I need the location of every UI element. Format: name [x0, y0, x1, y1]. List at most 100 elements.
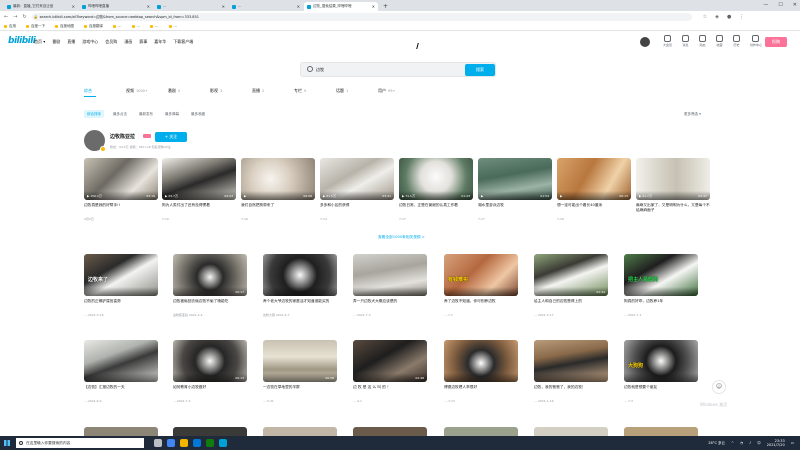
bookmark-item[interactable]: … [131, 24, 140, 28]
video-card[interactable]: ▶ 01:54 湖水里游泳边牧 7-17 [478, 158, 552, 221]
filter-most-clicks[interactable]: 最多点击 [110, 110, 130, 118]
bilibili-logo[interactable]: bilibili [8, 36, 36, 46]
start-button[interactable] [0, 436, 14, 450]
chrome-icon[interactable] [167, 439, 175, 447]
filter-most-favorites[interactable]: 最多收藏 [188, 110, 208, 118]
nav-creator-center[interactable]: 创作中心 [750, 35, 762, 47]
video-thumbnail[interactable]: ▶ 61.5万 03:41 [320, 158, 394, 200]
video-card[interactable]: ▶ 61.5万 03:41 多多和小区的获得 7-14 [320, 158, 394, 221]
video-thumbnail[interactable]: ▶ 71.1万 01:43 [399, 158, 473, 200]
nav-vip[interactable]: 大会员 [663, 35, 672, 47]
video-title[interactable]: 养个老大爷边牧的家庭活才知道谁能买的 [263, 299, 337, 309]
video-title[interactable]: 想一定可能出个看长40厘米 [557, 203, 631, 213]
video-title[interactable]: 给主人和自己的边牧是得上的 [534, 299, 608, 309]
video-card[interactable]: 弄一只边牧犬大概应该是的 …·2021-7-3 [353, 254, 427, 317]
nav-carnival[interactable]: 嘉年华 [154, 39, 166, 45]
taskbar-search-input[interactable]: 在这里输入你要搜索的内容 [16, 438, 144, 448]
video-thumbnail[interactable] [84, 427, 158, 436]
video-title[interactable]: 狗为人类付出了还有没得惯着 [162, 203, 236, 213]
tab-user[interactable]: 用户 99+ [378, 88, 420, 94]
video-title[interactable]: 麻麻又出家了，又是明明为什么，又是每个不给麻麻面子 [636, 203, 710, 213]
video-title[interactable]: 边 牧 是 这 么 叫 的 ！ [353, 385, 427, 395]
up-name[interactable]: 边牧陈亚拉 [110, 133, 135, 140]
bilibili-app-icon[interactable] [219, 439, 227, 447]
volume-icon[interactable]: ♪ [749, 441, 751, 445]
extension-icon[interactable]: ◈ [715, 14, 719, 20]
video-title[interactable]: 边牧的正确铲屎官姿势 [84, 299, 158, 309]
video-card[interactable]: 把主人是帮狗 狗真的好乖，边牧养1年 …·2021-7-1 [624, 254, 698, 317]
profile-icon[interactable]: ● [727, 14, 731, 20]
video-title[interactable]: 【边牧】汇报边牧的一天 [84, 385, 158, 395]
video-card[interactable]: 02:48 边 牧 是 这 么 叫 的 ！ …·4-1 [353, 340, 427, 403]
customer-service-icon[interactable]: ☺ [712, 380, 726, 394]
nav-mall[interactable]: 会员购 [105, 39, 117, 45]
filter-default[interactable]: 综合排序 [84, 110, 104, 118]
nav-anime[interactable]: 番剧 [52, 39, 60, 45]
folder-icon[interactable] [180, 439, 188, 447]
video-thumbnail[interactable]: 大狗狗 [624, 340, 698, 382]
new-tab-button[interactable]: + [379, 2, 392, 11]
video-thumbnail[interactable]: ▶ 150.1万 03:19 [84, 158, 158, 200]
ime-indicator[interactable]: 中 [757, 441, 761, 446]
video-thumbnail[interactable] [624, 427, 698, 436]
video-title[interactable]: 边牧真是我的好帮手!! [84, 203, 158, 213]
video-thumbnail[interactable]: ▶ 00:13 [557, 158, 631, 200]
reload-icon[interactable]: ↻ [22, 14, 26, 20]
bookmark-item[interactable]: … [150, 24, 159, 28]
view-all-videos-link[interactable]: 查看全部1000条相关视频 > [378, 235, 425, 240]
video-thumbnail[interactable]: 00:13 [173, 340, 247, 382]
app-icon[interactable] [206, 439, 214, 447]
user-avatar[interactable] [640, 37, 650, 47]
video-card[interactable]: ▶ 150.1万 03:19 边牧真是我的好帮手!! 4月3日 [84, 158, 158, 221]
video-card[interactable]: 博德边牧嗯人乖很好 …·7-13 [444, 340, 518, 403]
notification-icon[interactable]: ▭ [791, 441, 794, 445]
video-thumbnail[interactable] [444, 427, 518, 436]
video-thumbnail[interactable]: 00:58 [263, 340, 337, 382]
video-title[interactable]: 边牧，我的爸爸了，我的边牧！ [534, 385, 608, 395]
video-title[interactable]: 边牧日常，正是在谢谢的认真工作着 [399, 203, 473, 213]
close-icon[interactable]: ✕ [72, 2, 75, 11]
network-icon[interactable]: ◔ [740, 441, 743, 445]
nav-manga[interactable]: 漫画 [124, 39, 132, 45]
video-thumbnail[interactable] [444, 340, 518, 382]
video-thumbnail[interactable]: ▶ 21.7万 02:47 [636, 158, 710, 200]
close-icon[interactable]: ✕ [297, 2, 300, 11]
up-avatar[interactable] [84, 130, 106, 152]
video-title[interactable]: 狗真的好乖，边牧养1年 [624, 299, 698, 309]
search-button[interactable]: 搜索 [465, 64, 495, 76]
video-card[interactable]: ▶ 00:13 想一定可能出个看长40厘米 7-16 [557, 158, 631, 221]
nav-game-center[interactable]: 游戏中心 [82, 39, 98, 45]
bookmark-item[interactable]: 百度地图 [55, 24, 74, 29]
menu-icon[interactable]: ⋮ [739, 14, 744, 20]
follow-button[interactable]: + 关注 [155, 132, 187, 142]
video-title[interactable]: 弄一只边牧犬大概应该是的 [353, 299, 427, 309]
close-icon[interactable]: ✕ [222, 2, 225, 11]
maximize-button[interactable]: ☐ [778, 0, 782, 11]
video-card[interactable]: 00:13 如何教育小边牧做好 …·2021-7-2 [173, 340, 247, 403]
upload-button[interactable]: 投稿 [765, 37, 787, 47]
nav-history[interactable]: 历史 [732, 35, 740, 47]
nav-esports[interactable]: 赛事 [139, 39, 147, 45]
tray-chevron-icon[interactable]: ^ [731, 441, 734, 445]
browser-tab[interactable]: … ✕ [154, 2, 228, 11]
close-window-button[interactable]: ✕ [793, 0, 797, 11]
video-thumbnail[interactable]: ▶ 01:54 [478, 158, 552, 200]
video-card[interactable]: ▶ 71.1万 01:43 边牧日常，正是在谢谢的认真工作着 7-17 [399, 158, 473, 221]
task-view-icon[interactable] [154, 439, 162, 447]
video-thumbnail[interactable] [353, 254, 427, 296]
url-input[interactable]: 🔒 search.bilibili.com/all?keyword=边牧&fro… [31, 12, 692, 21]
filter-most-danmaku[interactable]: 最多弹幕 [162, 110, 182, 118]
video-thumbnail[interactable]: ▶ 00:08 [241, 158, 315, 200]
video-card[interactable]: 02:44 给主人和自己的边牧是得上的 …·2021-3-17 [534, 254, 608, 317]
video-thumbnail[interactable] [353, 427, 427, 436]
video-title[interactable]: 博德边牧嗯人乖很好 [444, 385, 518, 395]
nav-messages[interactable]: 消息 [681, 35, 689, 47]
video-thumbnail[interactable]: 边牧来了 [84, 254, 158, 296]
video-title[interactable]: 湖水里游泳边牧 [478, 203, 552, 213]
tab-live[interactable]: 直播 2 [252, 88, 294, 94]
minimize-button[interactable]: — [763, 0, 768, 11]
nav-live[interactable]: 直播 [67, 39, 75, 45]
video-card[interactable]: 边牧，我的爸爸了，我的边牧！ …·2021-1-16 [534, 340, 608, 403]
video-title[interactable]: 我们自然把狗带来了 [241, 203, 315, 213]
star-icon[interactable]: ☆ [703, 14, 707, 20]
